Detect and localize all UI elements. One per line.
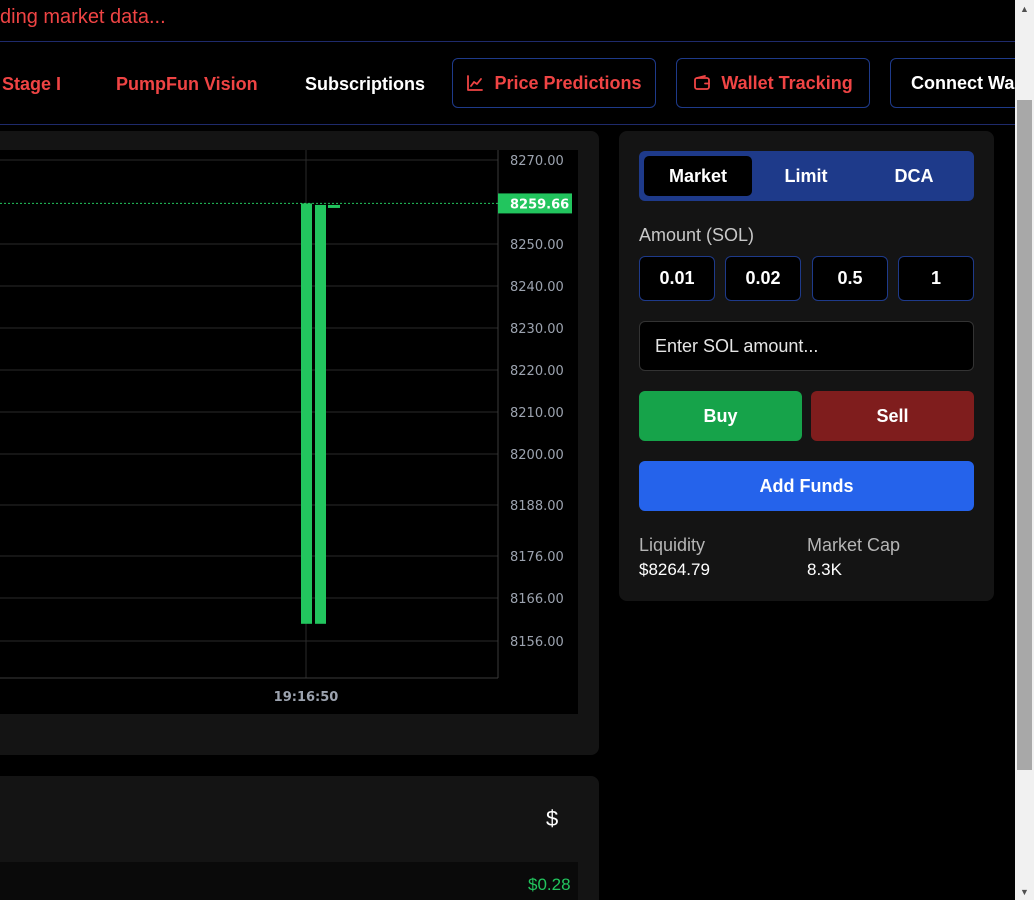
buy-button[interactable]: Buy — [639, 391, 802, 441]
preset-amount-button[interactable]: 0.5 — [812, 256, 888, 301]
scroll-thumb[interactable] — [1017, 100, 1032, 770]
nav-link-stage[interactable]: Stage I — [2, 74, 61, 95]
market-cap-label: Market Cap — [807, 535, 901, 555]
loading-text: ding market data... — [0, 6, 166, 28]
wallet-tracking-button[interactable]: Wallet Tracking — [676, 58, 870, 108]
trade-value: $0.28 — [528, 875, 571, 894]
connect-wallet-label: Connect Wall — [911, 72, 1025, 93]
scroll-up-icon[interactable]: ▲ — [1015, 0, 1034, 17]
wallet-icon — [694, 75, 711, 90]
candle-bar — [301, 203, 312, 624]
loading-banner: ding market data... — [0, 0, 1015, 42]
order-type-tabs: Market Limit DCA — [639, 151, 974, 201]
trade-row — [0, 862, 578, 900]
y-tick-label: 8188.00 — [510, 499, 564, 514]
y-tick-label: 8220.00 — [510, 364, 564, 379]
nav-link-pumpfun-vision[interactable]: PumpFun Vision — [116, 74, 258, 95]
tab-dca[interactable]: DCA — [860, 156, 968, 196]
y-tick-label: 8270.00 — [510, 154, 564, 169]
preset-amount-button[interactable]: 0.01 — [639, 256, 715, 301]
current-price-label: 8259.66 — [510, 197, 569, 212]
preset-amount-button[interactable]: 0.02 — [725, 256, 801, 301]
y-tick-label: 8210.00 — [510, 406, 564, 421]
amount-label: Amount (SOL) — [639, 225, 755, 245]
connect-wallet-button[interactable]: Connect Wall — [890, 58, 1030, 108]
price-predictions-button[interactable]: Price Predictions — [452, 58, 656, 108]
price-predictions-label: Price Predictions — [494, 72, 642, 93]
y-tick-label: 8166.00 — [510, 592, 564, 607]
sell-button[interactable]: Sell — [811, 391, 974, 441]
y-tick-label: 8176.00 — [510, 550, 564, 565]
candle-bar — [315, 204, 326, 624]
price-chart[interactable]: 8270.00 8250.00 8240.00 8230.00 8220.00 8210.… — [0, 150, 578, 714]
sol-amount-input[interactable] — [639, 321, 974, 371]
page: ding market data... Stage I PumpFun Visi… — [0, 0, 1034, 900]
candle-bar — [328, 204, 340, 208]
nav-link-subscriptions[interactable]: Subscriptions — [305, 74, 425, 95]
x-tick-label: 19:16:50 — [274, 690, 339, 705]
scroll-down-icon[interactable]: ▼ — [1015, 883, 1034, 900]
y-tick-label: 8156.00 — [510, 635, 564, 650]
y-tick-label: 8240.00 — [510, 280, 564, 295]
y-tick-label: 8250.00 — [510, 238, 564, 253]
liquidity-label: Liquidity — [639, 535, 706, 555]
preset-amount-button[interactable]: 1 — [898, 256, 974, 301]
line-chart-icon — [467, 75, 484, 91]
wallet-tracking-label: Wallet Tracking — [721, 72, 853, 93]
market-cap-value: 8.3K — [807, 560, 842, 579]
y-tick-label: 8200.00 — [510, 448, 564, 463]
currency-symbol: $ — [546, 806, 559, 831]
add-funds-button[interactable]: Add Funds — [639, 461, 974, 511]
liquidity-value: $8264.79 — [639, 560, 710, 579]
tab-market[interactable]: Market — [644, 156, 752, 196]
y-tick-label: 8230.00 — [510, 322, 564, 337]
tab-limit[interactable]: Limit — [752, 156, 860, 196]
page-scrollbar[interactable]: ▲ ▼ — [1015, 0, 1034, 900]
top-nav: Stage I PumpFun Vision Subscriptions Pri… — [0, 43, 1030, 125]
